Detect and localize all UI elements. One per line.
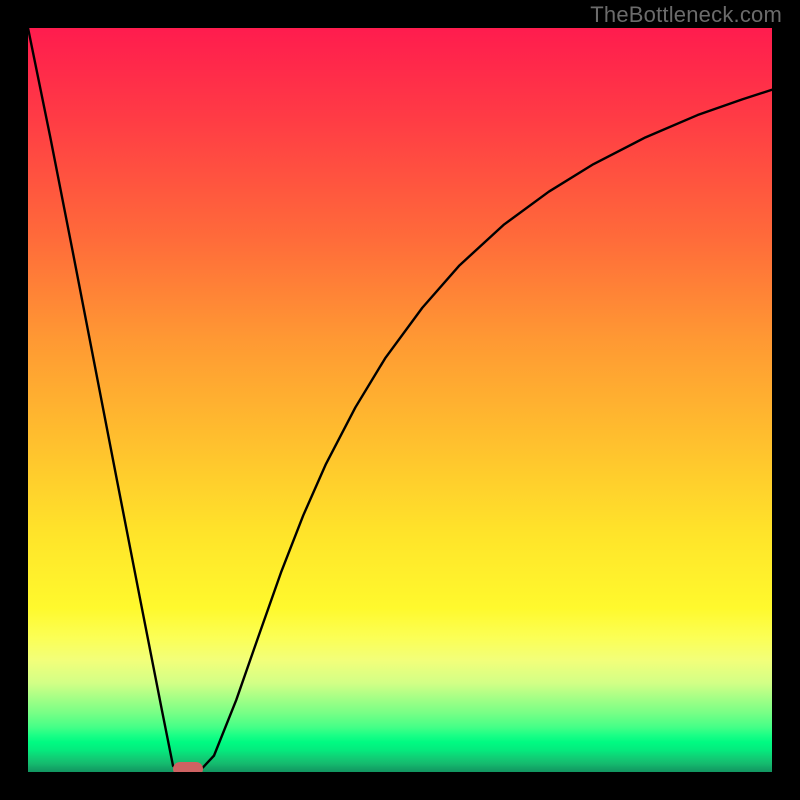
plot-area [28,28,772,772]
optimum-marker [173,762,203,772]
chart-frame: TheBottleneck.com [0,0,800,800]
bottleneck-curve [28,28,772,772]
watermark-text: TheBottleneck.com [590,2,782,28]
